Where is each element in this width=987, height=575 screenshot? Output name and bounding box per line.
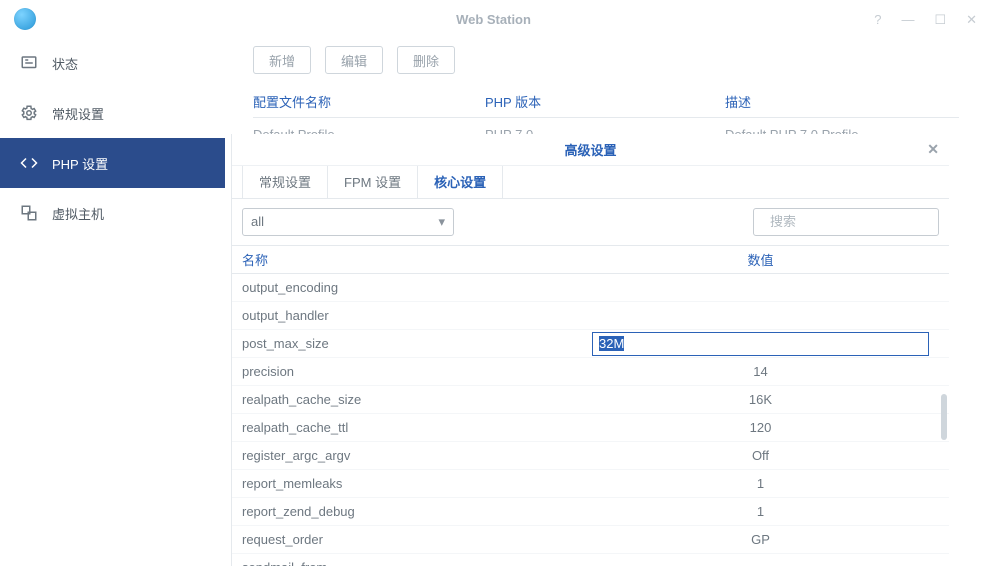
setting-value[interactable] bbox=[590, 332, 949, 356]
setting-name: post_max_size bbox=[242, 336, 590, 351]
settings-row[interactable]: realpath_cache_size16K bbox=[232, 386, 949, 414]
dialog-title-bar: 高级设置 ✕ bbox=[232, 134, 949, 166]
setting-value: 1 bbox=[590, 476, 949, 491]
dialog-toolbar: all ▾ bbox=[232, 199, 949, 246]
sidebar-item-label: 虚拟主机 bbox=[52, 204, 104, 223]
profiles-toolbar: 新增 编辑 删除 bbox=[253, 46, 959, 74]
sidebar-item-general-settings[interactable]: 常规设置 bbox=[0, 88, 225, 138]
settings-row[interactable]: request_orderGP bbox=[232, 526, 949, 554]
settings-row[interactable]: output_encoding bbox=[232, 274, 949, 302]
status-icon bbox=[20, 54, 38, 72]
close-icon[interactable]: ✕ bbox=[927, 141, 939, 158]
setting-value: 1 bbox=[590, 504, 949, 519]
setting-name: output_handler bbox=[242, 308, 590, 323]
settings-col-value[interactable]: 数值 bbox=[590, 250, 949, 269]
setting-name: output_encoding bbox=[242, 280, 590, 295]
app-icon bbox=[14, 8, 36, 30]
settings-col-name[interactable]: 名称 bbox=[242, 250, 590, 269]
edit-button[interactable]: 编辑 bbox=[325, 46, 383, 74]
setting-value-input[interactable] bbox=[592, 332, 929, 356]
settings-row[interactable]: precision14 bbox=[232, 358, 949, 386]
sidebar-item-status[interactable]: 状态 bbox=[0, 38, 225, 88]
profiles-col-desc[interactable]: 描述 bbox=[725, 92, 959, 111]
content: 新增 编辑 删除 配置文件名称 PHP 版本 描述 Default Profil… bbox=[225, 38, 987, 575]
tab-general[interactable]: 常规设置 bbox=[242, 166, 328, 197]
setting-value: 14 bbox=[590, 364, 949, 379]
sidebar-item-virtual-host[interactable]: 虚拟主机 bbox=[0, 188, 225, 238]
advanced-settings-dialog: 高级设置 ✕ 常规设置 FPM 设置 核心设置 all ▾ 名 bbox=[231, 134, 949, 566]
tab-core[interactable]: 核心设置 bbox=[418, 166, 503, 197]
setting-value: 16K bbox=[590, 392, 949, 407]
window-title: Web Station bbox=[0, 12, 987, 27]
search-input[interactable] bbox=[770, 214, 946, 229]
settings-list: output_encoding output_handler post_max_si… bbox=[232, 274, 949, 566]
titlebar: Web Station ? — ☐ ✕ bbox=[0, 0, 987, 38]
add-button[interactable]: 新增 bbox=[253, 46, 311, 74]
setting-value: GP bbox=[590, 532, 949, 547]
setting-name: report_memleaks bbox=[242, 476, 590, 491]
setting-value: Off bbox=[590, 448, 949, 463]
setting-name: request_order bbox=[242, 532, 590, 547]
minimize-icon[interactable]: — bbox=[901, 13, 914, 26]
tab-fpm[interactable]: FPM 设置 bbox=[328, 166, 418, 197]
sidebar-item-label: 常规设置 bbox=[52, 104, 104, 123]
profiles-col-name[interactable]: 配置文件名称 bbox=[253, 92, 485, 111]
filter-value: all bbox=[251, 214, 264, 229]
close-window-icon[interactable]: ✕ bbox=[966, 13, 977, 26]
settings-row[interactable]: register_argc_argvOff bbox=[232, 442, 949, 470]
settings-row[interactable]: output_handler bbox=[232, 302, 949, 330]
sidebar-item-php-settings[interactable]: PHP 设置 bbox=[0, 138, 225, 188]
help-icon[interactable]: ? bbox=[874, 13, 881, 26]
settings-row[interactable]: report_memleaks1 bbox=[232, 470, 949, 498]
dialog-tabs: 常规设置 FPM 设置 核心设置 bbox=[232, 166, 949, 198]
filter-dropdown[interactable]: all ▾ bbox=[242, 208, 454, 236]
settings-row[interactable]: post_max_size bbox=[232, 330, 949, 358]
dialog-title: 高级设置 bbox=[564, 140, 616, 159]
profiles-header: 配置文件名称 PHP 版本 描述 bbox=[253, 86, 959, 118]
setting-name: realpath_cache_size bbox=[242, 392, 590, 407]
search-box[interactable] bbox=[753, 208, 939, 236]
setting-name: sendmail_from bbox=[242, 560, 590, 566]
sidebar-item-label: 状态 bbox=[52, 54, 78, 73]
setting-name: realpath_cache_ttl bbox=[242, 420, 590, 435]
code-icon bbox=[20, 154, 38, 172]
settings-header: 名称 数值 bbox=[232, 246, 949, 274]
settings-row[interactable]: realpath_cache_ttl120 bbox=[232, 414, 949, 442]
scrollbar[interactable] bbox=[941, 394, 947, 440]
sidebar-item-label: PHP 设置 bbox=[52, 154, 108, 173]
setting-name: report_zend_debug bbox=[242, 504, 590, 519]
setting-name: register_argc_argv bbox=[242, 448, 590, 463]
delete-button[interactable]: 删除 bbox=[397, 46, 455, 74]
setting-name: precision bbox=[242, 364, 590, 379]
gear-icon bbox=[20, 104, 38, 122]
setting-value: 120 bbox=[590, 420, 949, 435]
maximize-icon[interactable]: ☐ bbox=[934, 13, 946, 26]
profiles-col-version[interactable]: PHP 版本 bbox=[485, 92, 725, 111]
settings-row[interactable]: report_zend_debug1 bbox=[232, 498, 949, 526]
vhost-icon bbox=[20, 204, 38, 222]
settings-row[interactable]: sendmail_from bbox=[232, 554, 949, 566]
sidebar: 状态 常规设置 PHP 设置 虚拟主机 bbox=[0, 38, 225, 575]
chevron-down-icon: ▾ bbox=[438, 214, 445, 230]
